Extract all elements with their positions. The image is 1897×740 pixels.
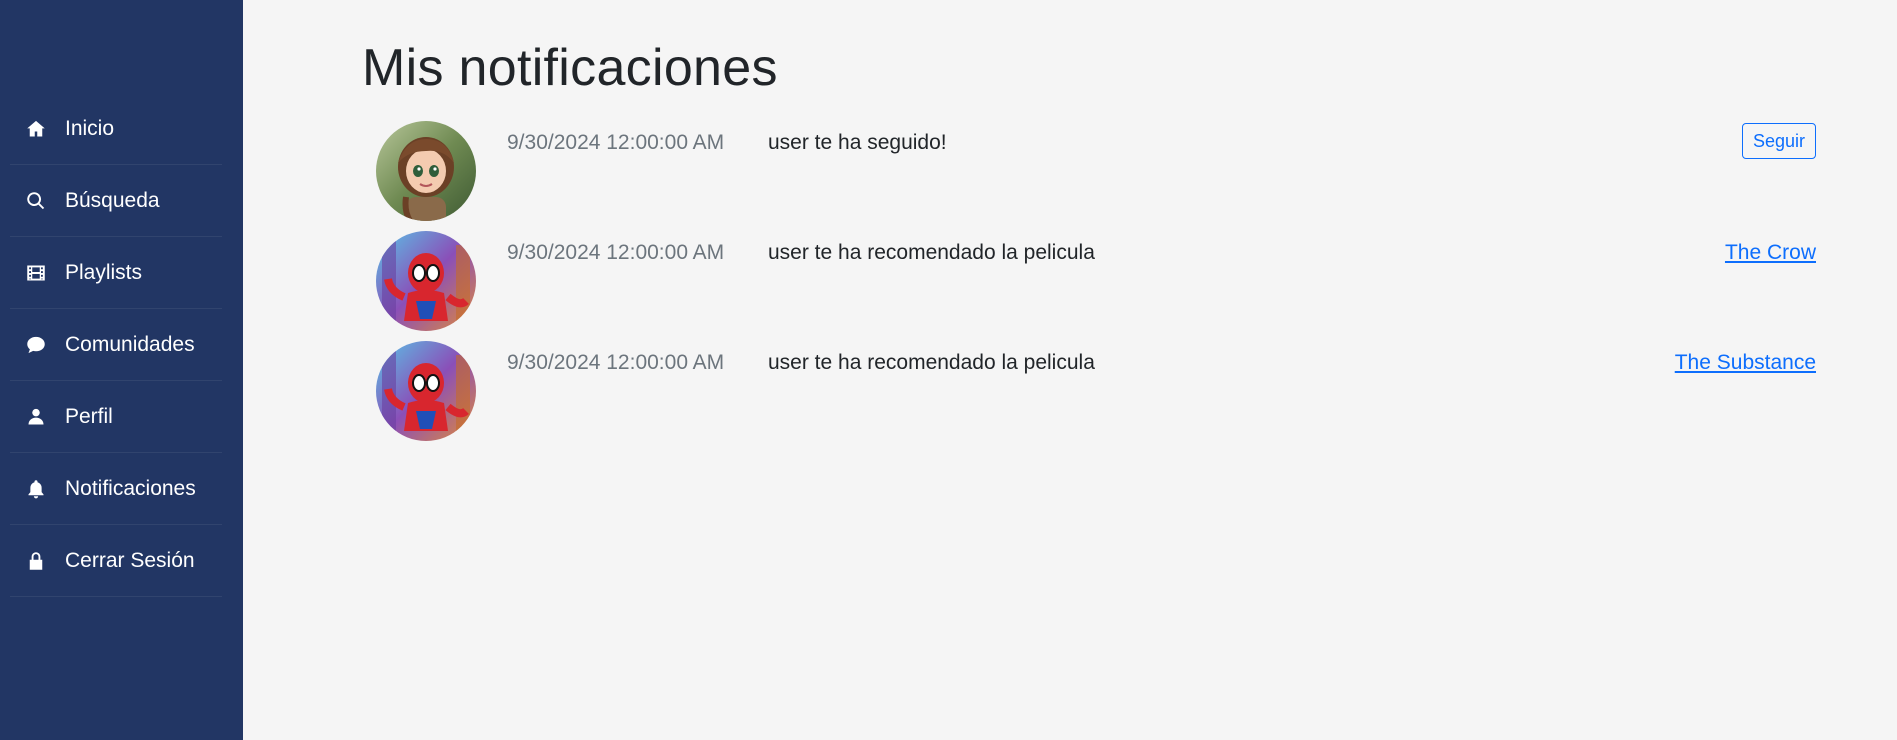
main-content: Mis notificaciones 9/30/2024 12:00:00 AM…	[243, 0, 1897, 740]
girl-avatar-image	[376, 121, 476, 221]
sidebar-item-label: Notificaciones	[65, 477, 196, 500]
movie-link[interactable]: The Crow	[1725, 241, 1816, 265]
sidebar-item-notificaciones[interactable]: Notificaciones	[10, 454, 222, 525]
sidebar-item-playlists[interactable]: Playlists	[10, 238, 222, 309]
notification-item: 9/30/2024 12:00:00 AM user te ha recomen…	[376, 231, 1816, 331]
bell-icon	[25, 478, 47, 500]
sidebar-item-cerrar-sesion[interactable]: Cerrar Sesión	[10, 526, 222, 597]
notification-message: user te ha recomendado la pelicula	[768, 241, 1095, 264]
notification-date: 9/30/2024 12:00:00 AM	[507, 131, 725, 154]
notification-message: user te ha recomendado la pelicula	[768, 351, 1095, 374]
avatar	[376, 231, 476, 331]
notification-message: user te ha seguido!	[768, 131, 947, 154]
notification-item: 9/30/2024 12:00:00 AM user te ha seguido…	[376, 121, 1816, 221]
spiderman-avatar-image	[376, 341, 476, 441]
movie-link[interactable]: The Substance	[1675, 351, 1816, 375]
spiderman-avatar-image	[376, 231, 476, 331]
lock-icon	[25, 550, 47, 572]
sidebar-item-perfil[interactable]: Perfil	[10, 382, 222, 453]
sidebar-item-inicio[interactable]: Inicio	[10, 94, 222, 165]
sidebar-item-label: Cerrar Sesión	[65, 549, 195, 572]
notification-item: 9/30/2024 12:00:00 AM user te ha recomen…	[376, 341, 1816, 441]
avatar	[376, 341, 476, 441]
sidebar-item-label: Comunidades	[65, 333, 195, 356]
sidebar-item-label: Playlists	[65, 261, 143, 284]
chat-bubble-icon	[25, 334, 47, 356]
avatar	[376, 121, 476, 221]
sidebar-item-busqueda[interactable]: Búsqueda	[10, 166, 222, 237]
sidebar-item-comunidades[interactable]: Comunidades	[10, 310, 222, 381]
home-icon	[25, 118, 47, 140]
notification-date: 9/30/2024 12:00:00 AM	[507, 241, 725, 264]
sidebar-nav: Inicio Búsqueda Playlists Comunidades Pe…	[10, 94, 222, 598]
sidebar-item-label: Perfil	[65, 405, 113, 428]
sidebar: Inicio Búsqueda Playlists Comunidades Pe…	[0, 0, 243, 740]
sidebar-item-label: Búsqueda	[65, 189, 160, 212]
notification-date: 9/30/2024 12:00:00 AM	[507, 351, 725, 374]
follow-button[interactable]: Seguir	[1741, 123, 1816, 159]
sidebar-item-label: Inicio	[65, 117, 115, 140]
person-icon	[25, 406, 47, 428]
search-icon	[25, 190, 47, 212]
page-title: Mis notificaciones	[362, 39, 778, 97]
film-icon	[25, 262, 47, 284]
